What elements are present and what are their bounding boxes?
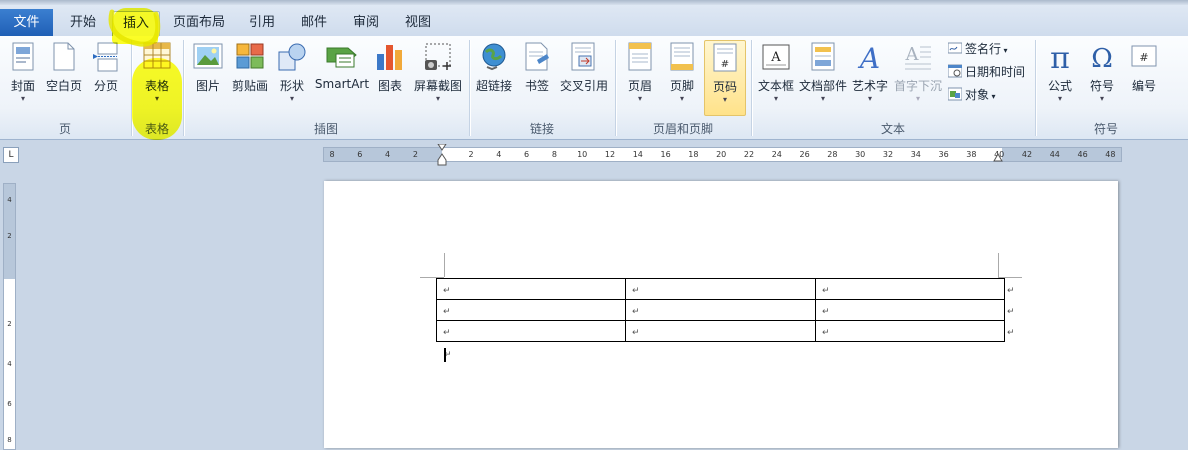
end-of-row-mark: ↵	[1007, 307, 1015, 317]
ruler-number: 26	[799, 150, 810, 159]
ruler-number: 6	[7, 400, 12, 408]
crop-mark	[998, 253, 999, 277]
text-cursor-line[interactable]: ↵	[444, 346, 452, 362]
table-row: ↵ ↵ ↵ ↵	[436, 320, 1020, 342]
ruler-number: 24	[771, 150, 782, 159]
ruler-number: 16	[660, 150, 671, 159]
ruler-number: 8	[7, 436, 12, 444]
paragraph-mark: ↵	[443, 328, 451, 338]
ruler-number: 14	[632, 150, 643, 159]
ruler-number: 8	[551, 150, 557, 159]
ruler-number: 18	[688, 150, 699, 159]
paragraph-mark: ↵	[822, 286, 830, 296]
tab-stop-selector[interactable]: L	[3, 147, 19, 163]
ruler-number: 36	[938, 150, 949, 159]
ruler-number: 2	[412, 150, 418, 159]
ruler-number: 4	[496, 150, 502, 159]
end-of-row-cell: ↵	[1005, 300, 1020, 321]
table-row: ↵ ↵ ↵ ↵	[436, 278, 1020, 300]
ruler-number: 22	[743, 150, 755, 159]
crop-mark	[444, 253, 445, 277]
right-indent-marker-icon[interactable]	[993, 152, 1003, 162]
paragraph-mark: ↵	[632, 328, 640, 338]
ruler-margin-left	[324, 148, 442, 161]
ruler-number: 12	[604, 150, 616, 159]
ruler-number: 2	[7, 320, 12, 328]
paragraph-mark: ↵	[632, 286, 640, 296]
ruler-number: 2	[468, 150, 474, 159]
ruler-number: 32	[882, 150, 894, 159]
table-cell[interactable]: ↵	[436, 320, 626, 342]
table-cell[interactable]: ↵	[815, 320, 1005, 342]
document-table[interactable]: ↵ ↵ ↵ ↵ ↵ ↵ ↵ ↵ ↵ ↵ ↵ ↵	[436, 278, 1020, 342]
end-of-row-mark: ↵	[1007, 328, 1015, 338]
table-cell[interactable]: ↵	[436, 278, 626, 300]
ruler-number: 2	[7, 232, 12, 240]
ruler-row: L 8 6 4 2 2 4 6 8 10 12 14 16 18 20 22 24 26 28 30 32 34 36 38…	[0, 140, 1188, 168]
ruler-number: 4	[7, 196, 12, 204]
ruler-number: 10	[577, 150, 588, 159]
paragraph-mark: ↵	[443, 307, 451, 317]
vertical-ruler[interactable]: 4 2 2 4 6 8	[3, 183, 16, 450]
table-cell[interactable]: ↵	[815, 278, 1005, 300]
ruler-number: 34	[910, 150, 921, 159]
ruler-number: 30	[855, 150, 866, 159]
ruler-number: 6	[357, 150, 363, 159]
text-cursor	[444, 348, 446, 362]
paragraph-mark: ↵	[822, 307, 830, 317]
end-of-row-cell: ↵	[1005, 321, 1020, 342]
paragraph-mark: ↵	[822, 328, 830, 338]
table-cell[interactable]: ↵	[625, 278, 816, 300]
table-cell[interactable]: ↵	[436, 299, 626, 321]
document-page[interactable]: ↵ ↵ ↵ ↵ ↵ ↵ ↵ ↵ ↵ ↵ ↵ ↵ ↵	[324, 181, 1118, 448]
ruler-number: 48	[1105, 150, 1116, 159]
end-of-row-cell: ↵	[1005, 279, 1020, 300]
table-cell[interactable]: ↵	[815, 299, 1005, 321]
ruler-number: 6	[524, 150, 530, 159]
ruler-number: 46	[1077, 150, 1088, 159]
ruler-number: 4	[385, 150, 391, 159]
ruler-number: 28	[827, 150, 838, 159]
ruler-number: 20	[716, 150, 727, 159]
table-row: ↵ ↵ ↵ ↵	[436, 299, 1020, 321]
ruler-number: 4	[7, 360, 12, 368]
end-of-row-mark: ↵	[1007, 286, 1015, 296]
paragraph-mark: ↵	[443, 286, 451, 296]
ruler-margin-right	[1002, 148, 1121, 161]
indent-marker-icon[interactable]	[437, 144, 447, 166]
table-cell[interactable]: ↵	[625, 299, 816, 321]
paragraph-mark: ↵	[632, 307, 640, 317]
ruler-number: 42	[1021, 150, 1033, 159]
ruler-number: 44	[1049, 150, 1060, 159]
ruler-number: 38	[966, 150, 977, 159]
table-cell[interactable]: ↵	[625, 320, 816, 342]
horizontal-ruler[interactable]: 8 6 4 2 2 4 6 8 10 12 14 16 18 20 22 24 26 28 30 32 34 36 38 40…	[323, 144, 1122, 166]
ruler-number: 8	[329, 150, 335, 159]
